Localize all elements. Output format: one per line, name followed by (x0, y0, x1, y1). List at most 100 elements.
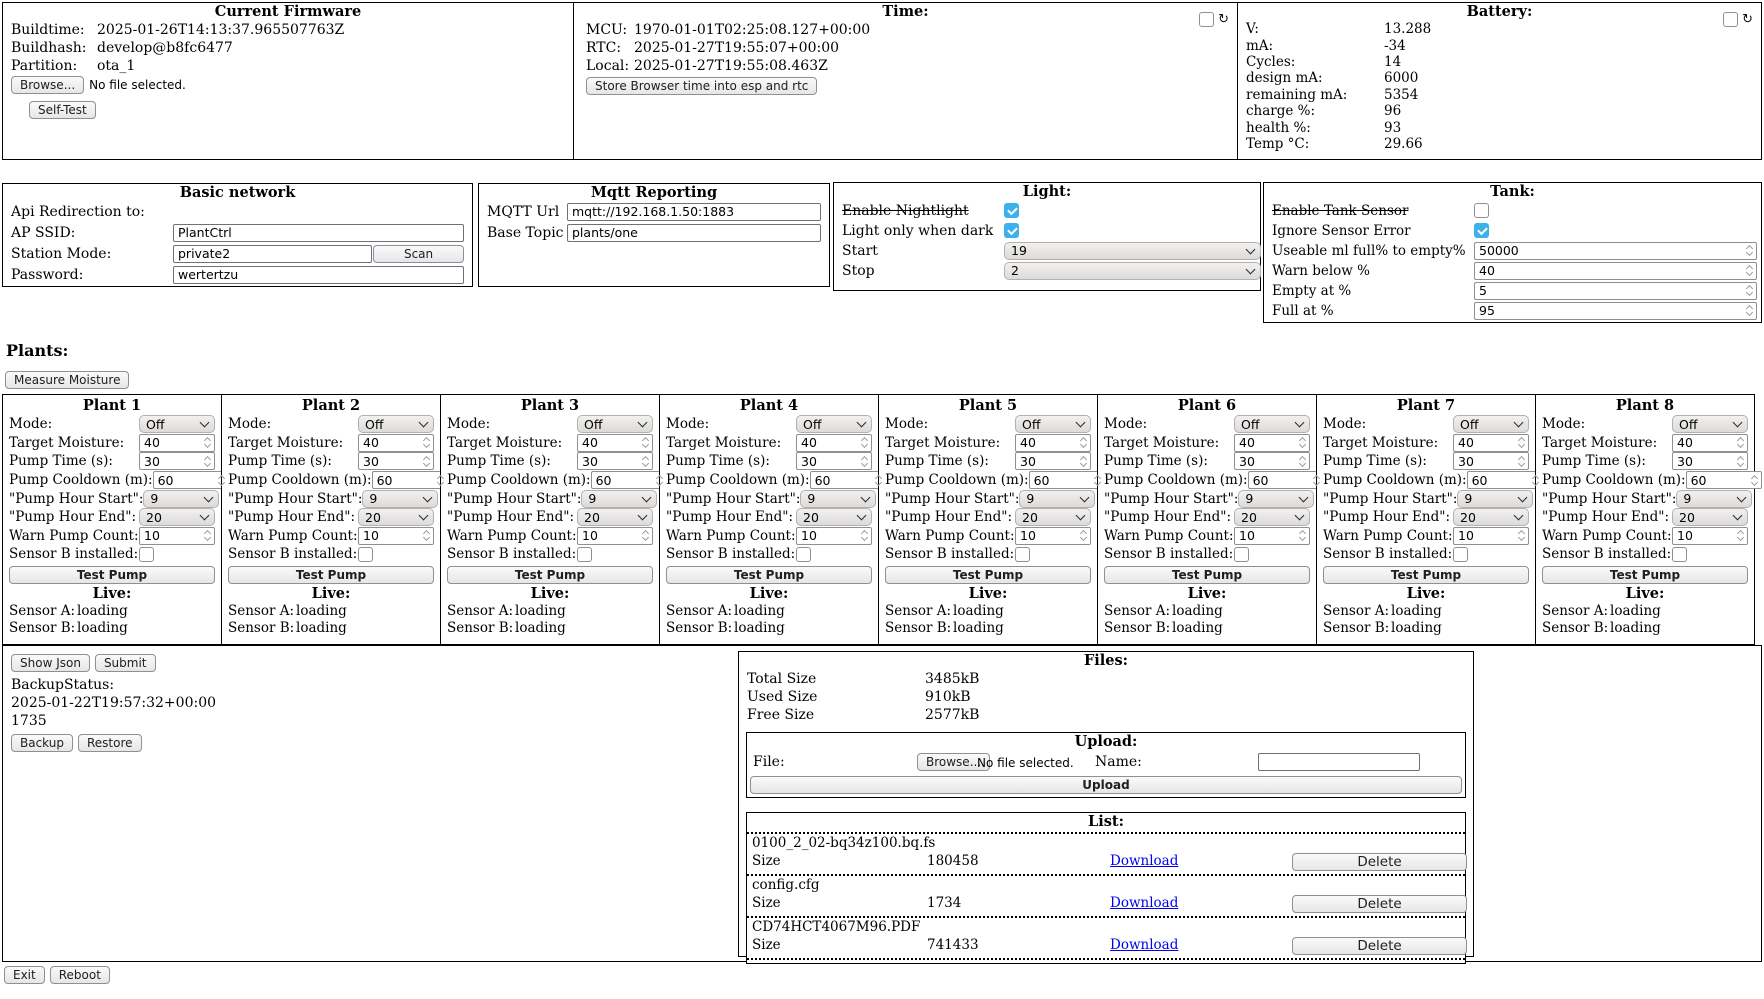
delete-button[interactable]: Delete (1292, 937, 1467, 955)
plant5-mode-select[interactable]: Off (1015, 415, 1091, 433)
plant1-test-pump-button[interactable]: Test Pump (9, 566, 215, 584)
stop-select[interactable]: 2 (1004, 262, 1261, 280)
delete-button[interactable]: Delete (1292, 895, 1467, 913)
plant4-pump-cooldown-input[interactable]: 60 (810, 471, 886, 489)
plant2-warn-pump-count-input[interactable]: 10 (358, 527, 434, 545)
spinner-icon[interactable] (203, 531, 212, 540)
download-link[interactable]: Download (1110, 937, 1178, 953)
show-json-button[interactable]: Show Json (11, 654, 90, 672)
plant8-pump-hour-start-select[interactable]: 9 (1676, 490, 1752, 508)
spinner-icon[interactable] (1517, 531, 1526, 540)
plant8-pump-time-input[interactable]: 30 (1672, 452, 1748, 470)
battery-auto-refresh-checkbox[interactable] (1723, 12, 1738, 27)
spinner-icon[interactable] (422, 531, 431, 540)
spinner-icon[interactable] (1745, 286, 1754, 295)
restore-button[interactable]: Restore (78, 734, 142, 752)
plant6-pump-time-input[interactable]: 30 (1234, 452, 1310, 470)
spinner-icon[interactable] (860, 438, 869, 447)
plant6-pump-cooldown-input[interactable]: 60 (1248, 471, 1324, 489)
time-auto-refresh-checkbox[interactable] (1199, 12, 1214, 27)
plant8-warn-pump-count-input[interactable]: 10 (1672, 527, 1748, 545)
plant5-warn-pump-count-input[interactable]: 10 (1015, 527, 1091, 545)
spinner-icon[interactable] (1079, 531, 1088, 540)
upload-button[interactable]: Upload (750, 776, 1462, 794)
spinner-icon[interactable] (860, 457, 869, 466)
plant5-pump-hour-start-select[interactable]: 9 (1019, 490, 1095, 508)
download-link[interactable]: Download (1110, 853, 1178, 869)
empty-at-input[interactable]: 5 (1474, 282, 1757, 300)
ignore-sensor-error-checkbox[interactable] (1474, 223, 1489, 238)
spinner-icon[interactable] (1517, 438, 1526, 447)
plant3-target-moisture-input[interactable]: 40 (577, 434, 653, 452)
plant3-pump-cooldown-input[interactable]: 60 (591, 471, 667, 489)
plant8-test-pump-button[interactable]: Test Pump (1542, 566, 1748, 584)
plant1-pump-hour-end-select[interactable]: 20 (139, 508, 215, 526)
plant4-warn-pump-count-input[interactable]: 10 (796, 527, 872, 545)
plant7-pump-hour-start-select[interactable]: 9 (1457, 490, 1533, 508)
plant2-pump-hour-start-select[interactable]: 9 (362, 490, 438, 508)
plant6-sensor-b-installed-checkbox[interactable] (1234, 547, 1249, 562)
warn-below-input[interactable]: 40 (1474, 262, 1757, 280)
plant8-mode-select[interactable]: Off (1672, 415, 1748, 433)
plant8-pump-hour-end-select[interactable]: 20 (1672, 508, 1748, 526)
plant4-pump-time-input[interactable]: 30 (796, 452, 872, 470)
plant7-pump-time-input[interactable]: 30 (1453, 452, 1529, 470)
spinner-icon[interactable] (1736, 457, 1745, 466)
plant6-mode-select[interactable]: Off (1234, 415, 1310, 433)
spinner-icon[interactable] (1750, 476, 1759, 485)
measure-moisture-button[interactable]: Measure Moisture (5, 371, 129, 389)
plant3-test-pump-button[interactable]: Test Pump (447, 566, 653, 584)
plant5-target-moisture-input[interactable]: 40 (1015, 434, 1091, 452)
plant3-pump-time-input[interactable]: 30 (577, 452, 653, 470)
spinner-icon[interactable] (422, 457, 431, 466)
plant4-sensor-b-installed-checkbox[interactable] (796, 547, 811, 562)
plant3-sensor-b-installed-checkbox[interactable] (577, 547, 592, 562)
plant3-mode-select[interactable]: Off (577, 415, 653, 433)
plant2-test-pump-button[interactable]: Test Pump (228, 566, 434, 584)
spinner-icon[interactable] (641, 438, 650, 447)
plant4-test-pump-button[interactable]: Test Pump (666, 566, 872, 584)
enable-tank-sensor-checkbox[interactable] (1474, 203, 1489, 218)
plant5-pump-cooldown-input[interactable]: 60 (1029, 471, 1105, 489)
plant1-mode-select[interactable]: Off (139, 415, 215, 433)
plant7-warn-pump-count-input[interactable]: 10 (1453, 527, 1529, 545)
firmware-browse-button[interactable]: Browse... (11, 76, 84, 94)
refresh-icon[interactable]: ↻ (1742, 13, 1753, 26)
plant7-pump-hour-end-select[interactable]: 20 (1453, 508, 1529, 526)
plant6-test-pump-button[interactable]: Test Pump (1104, 566, 1310, 584)
plant5-sensor-b-installed-checkbox[interactable] (1015, 547, 1030, 562)
plant2-sensor-b-installed-checkbox[interactable] (358, 547, 373, 562)
backup-button[interactable]: Backup (11, 734, 73, 752)
spinner-icon[interactable] (1298, 457, 1307, 466)
plant3-warn-pump-count-input[interactable]: 10 (577, 527, 653, 545)
plant4-pump-hour-start-select[interactable]: 9 (800, 490, 876, 508)
plant8-pump-cooldown-input[interactable]: 60 (1686, 471, 1762, 489)
plant2-pump-hour-end-select[interactable]: 20 (358, 508, 434, 526)
mqtt-url-input[interactable]: mqtt://192.168.1.50:1883 (567, 203, 821, 221)
spinner-icon[interactable] (422, 438, 431, 447)
station-mode-input[interactable]: private2 (173, 245, 372, 263)
spinner-icon[interactable] (1079, 457, 1088, 466)
useable-ml-full-to-empty-input[interactable]: 50000 (1474, 242, 1757, 260)
refresh-icon[interactable]: ↻ (1218, 13, 1229, 26)
base-topic-input[interactable]: plants/one (567, 224, 821, 242)
upload-name-input[interactable] (1258, 753, 1420, 771)
enable-nightlight-checkbox[interactable] (1004, 203, 1019, 218)
spinner-icon[interactable] (641, 531, 650, 540)
plant5-pump-time-input[interactable]: 30 (1015, 452, 1091, 470)
plant6-warn-pump-count-input[interactable]: 10 (1234, 527, 1310, 545)
plant3-pump-hour-start-select[interactable]: 9 (581, 490, 657, 508)
spinner-icon[interactable] (1079, 438, 1088, 447)
password-input[interactable]: wertertzu (173, 266, 464, 284)
plant7-mode-select[interactable]: Off (1453, 415, 1529, 433)
plant2-pump-time-input[interactable]: 30 (358, 452, 434, 470)
self-test-button[interactable]: Self-Test (29, 101, 96, 119)
spinner-icon[interactable] (1736, 438, 1745, 447)
plant7-target-moisture-input[interactable]: 40 (1453, 434, 1529, 452)
plant3-pump-hour-end-select[interactable]: 20 (577, 508, 653, 526)
plant6-pump-hour-start-select[interactable]: 9 (1238, 490, 1314, 508)
plant1-target-moisture-input[interactable]: 40 (139, 434, 215, 452)
plant5-pump-hour-end-select[interactable]: 20 (1015, 508, 1091, 526)
plant8-target-moisture-input[interactable]: 40 (1672, 434, 1748, 452)
spinner-icon[interactable] (860, 531, 869, 540)
